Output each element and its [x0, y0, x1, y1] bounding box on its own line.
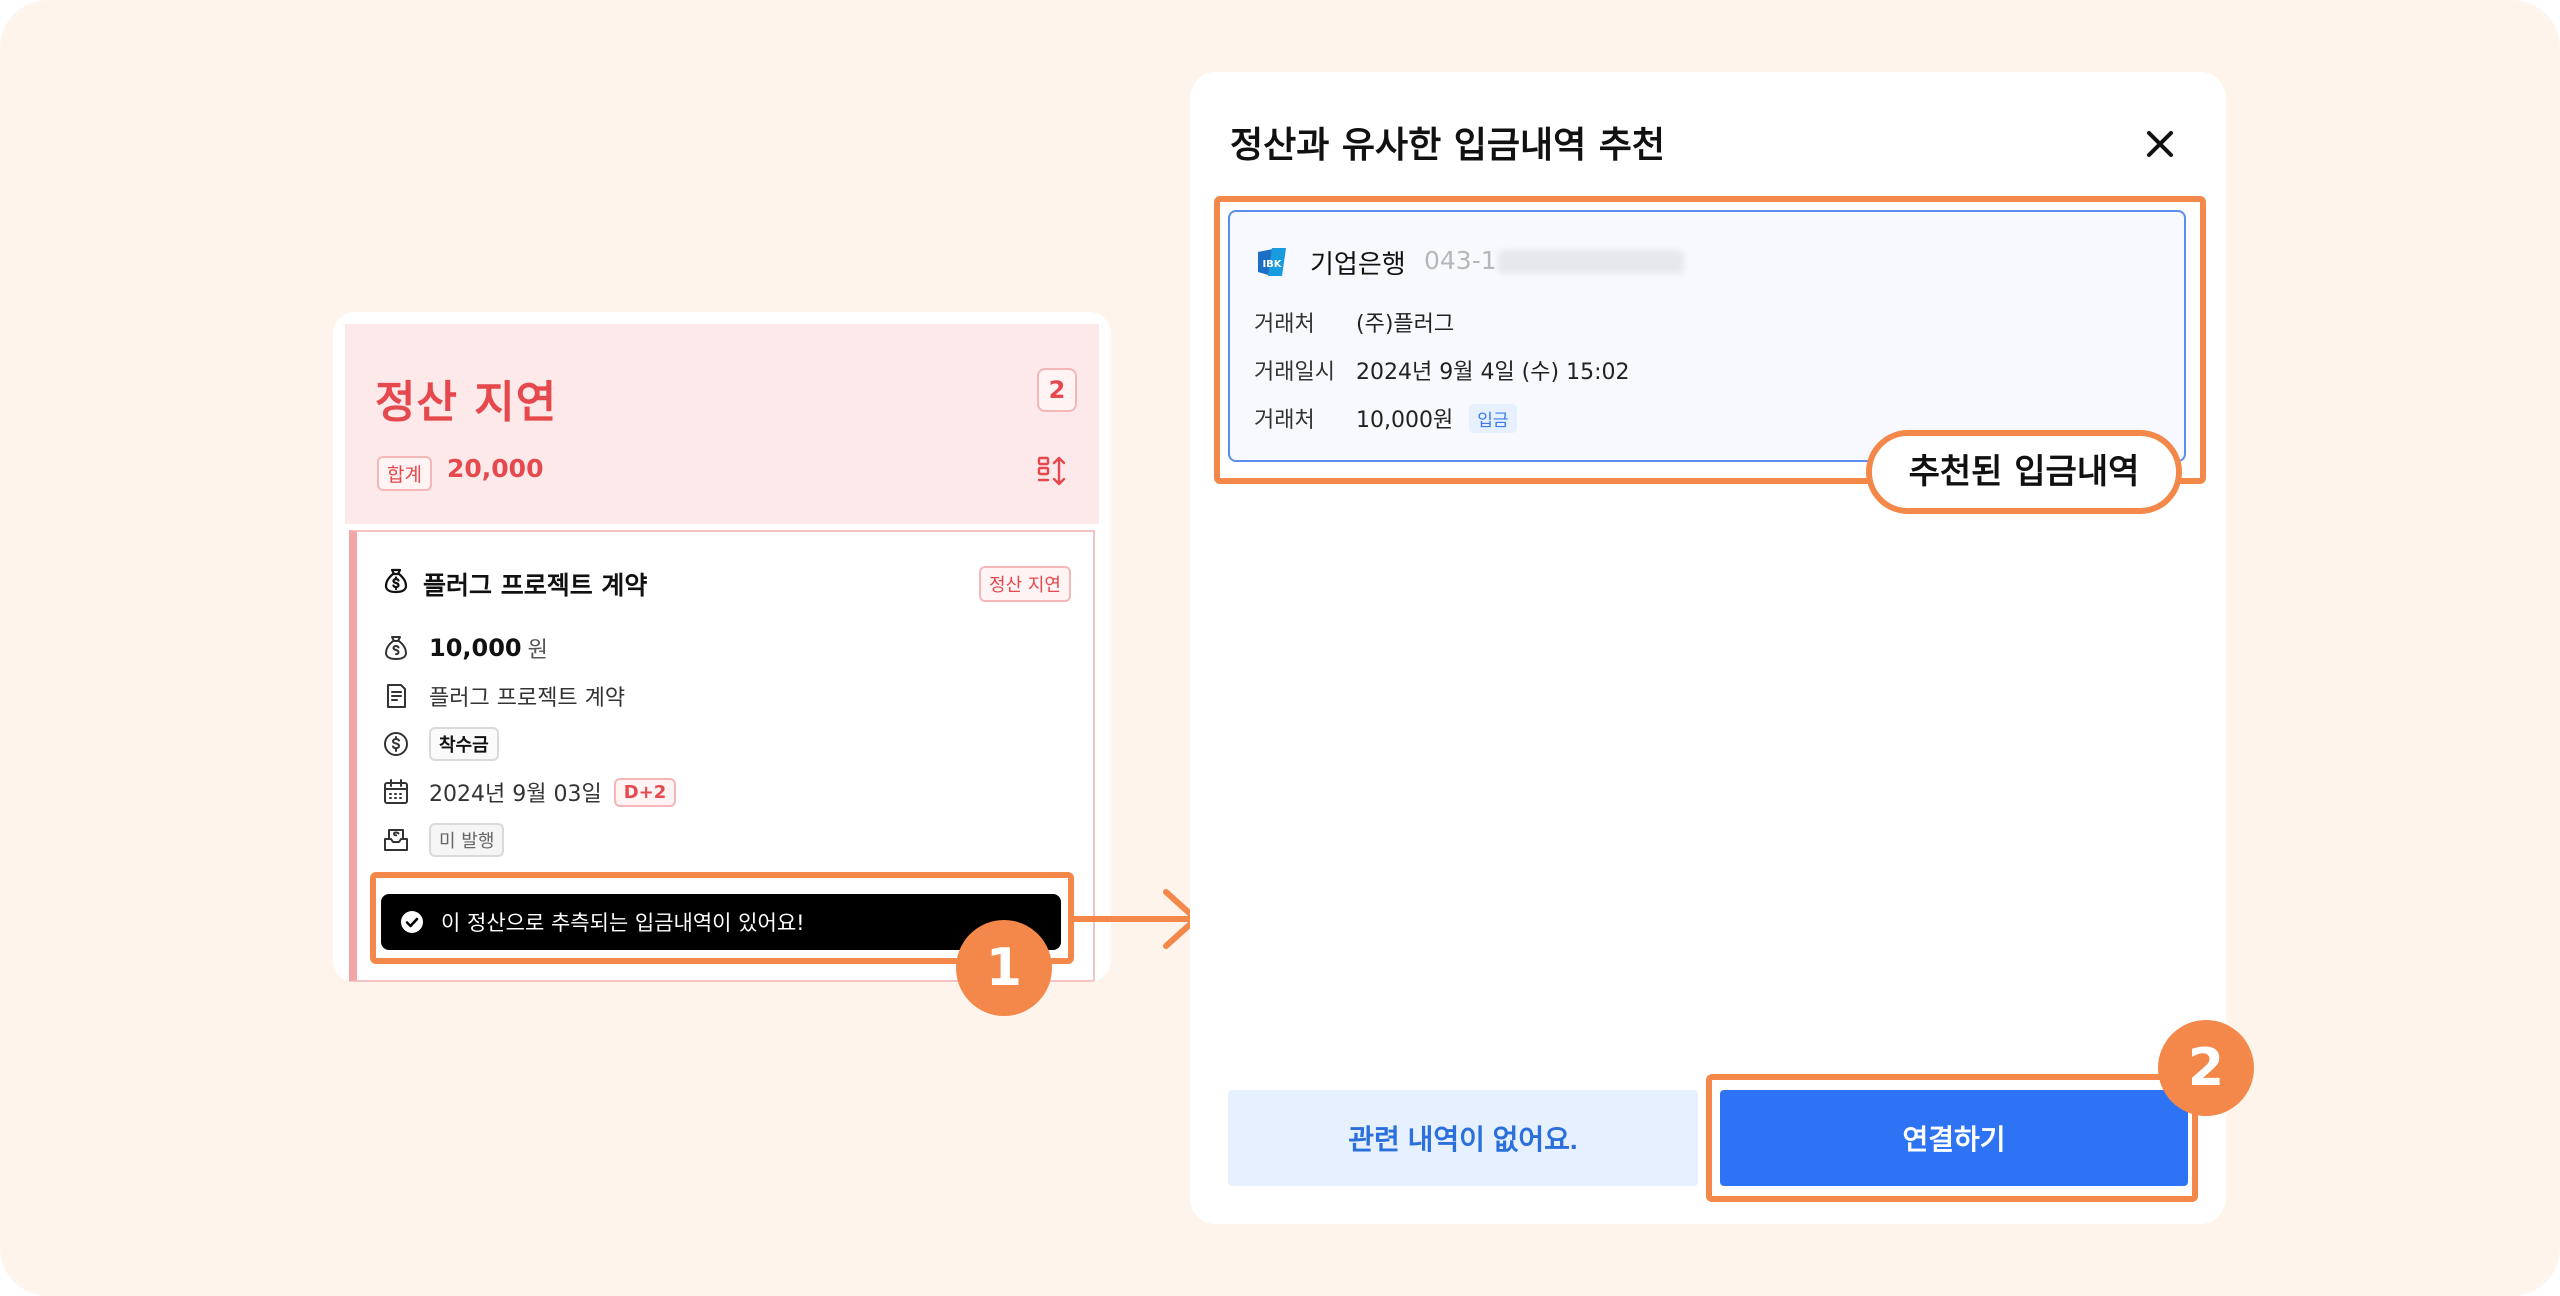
amount-value: 10,000	[429, 634, 522, 662]
arrow-right-icon	[1069, 889, 1199, 949]
due-date: 2024년 9월 03일	[429, 782, 602, 807]
card-header: 정산 지연 2 합계 20,000	[345, 324, 1099, 524]
date-row: 2024년 9월 03일 D+2	[381, 776, 677, 808]
receipt-icon	[384, 829, 408, 851]
sum-label: 합계	[377, 456, 432, 491]
money-bag-icon	[385, 636, 407, 660]
status-badge: 정산 지연	[979, 566, 1071, 602]
money-bag-icon	[384, 568, 408, 594]
dollar-circle-icon	[384, 732, 408, 756]
step-1-badge: 1	[956, 920, 1052, 1016]
item-title: 플러그 프로젝트 계약	[423, 571, 648, 600]
invoice-row: 미 발행	[381, 823, 505, 857]
close-icon[interactable]	[2140, 124, 2180, 164]
contract-name: 플러그 프로젝트 계약	[429, 686, 626, 711]
d-day-chip: D+2	[613, 777, 677, 807]
payment-type-row: 착수금	[381, 727, 499, 761]
sort-icon[interactable]	[1035, 454, 1069, 488]
step-2-badge: 2	[2158, 1020, 2254, 1116]
amount-row: 10,000 원	[381, 632, 548, 664]
sum-value: 20,000	[447, 454, 544, 483]
invoice-status-chip: 미 발행	[429, 823, 505, 857]
contract-row: 플러그 프로젝트 계약	[381, 680, 625, 712]
count-badge: 2	[1037, 368, 1077, 412]
no-related-button[interactable]: 관련 내역이 없어요.	[1228, 1090, 1698, 1186]
modal-title: 정산과 유사한 입금내역 추천	[1230, 125, 1666, 166]
document-icon	[387, 684, 406, 708]
amount-unit: 원	[527, 638, 548, 663]
card-title: 정산 지연	[375, 377, 558, 428]
connect-button-highlight	[1706, 1074, 2198, 1202]
calendar-icon	[384, 779, 408, 804]
payment-type-chip: 착수금	[429, 727, 499, 761]
recommended-deposit-tag: 추천된 입금내역	[1866, 430, 2182, 514]
